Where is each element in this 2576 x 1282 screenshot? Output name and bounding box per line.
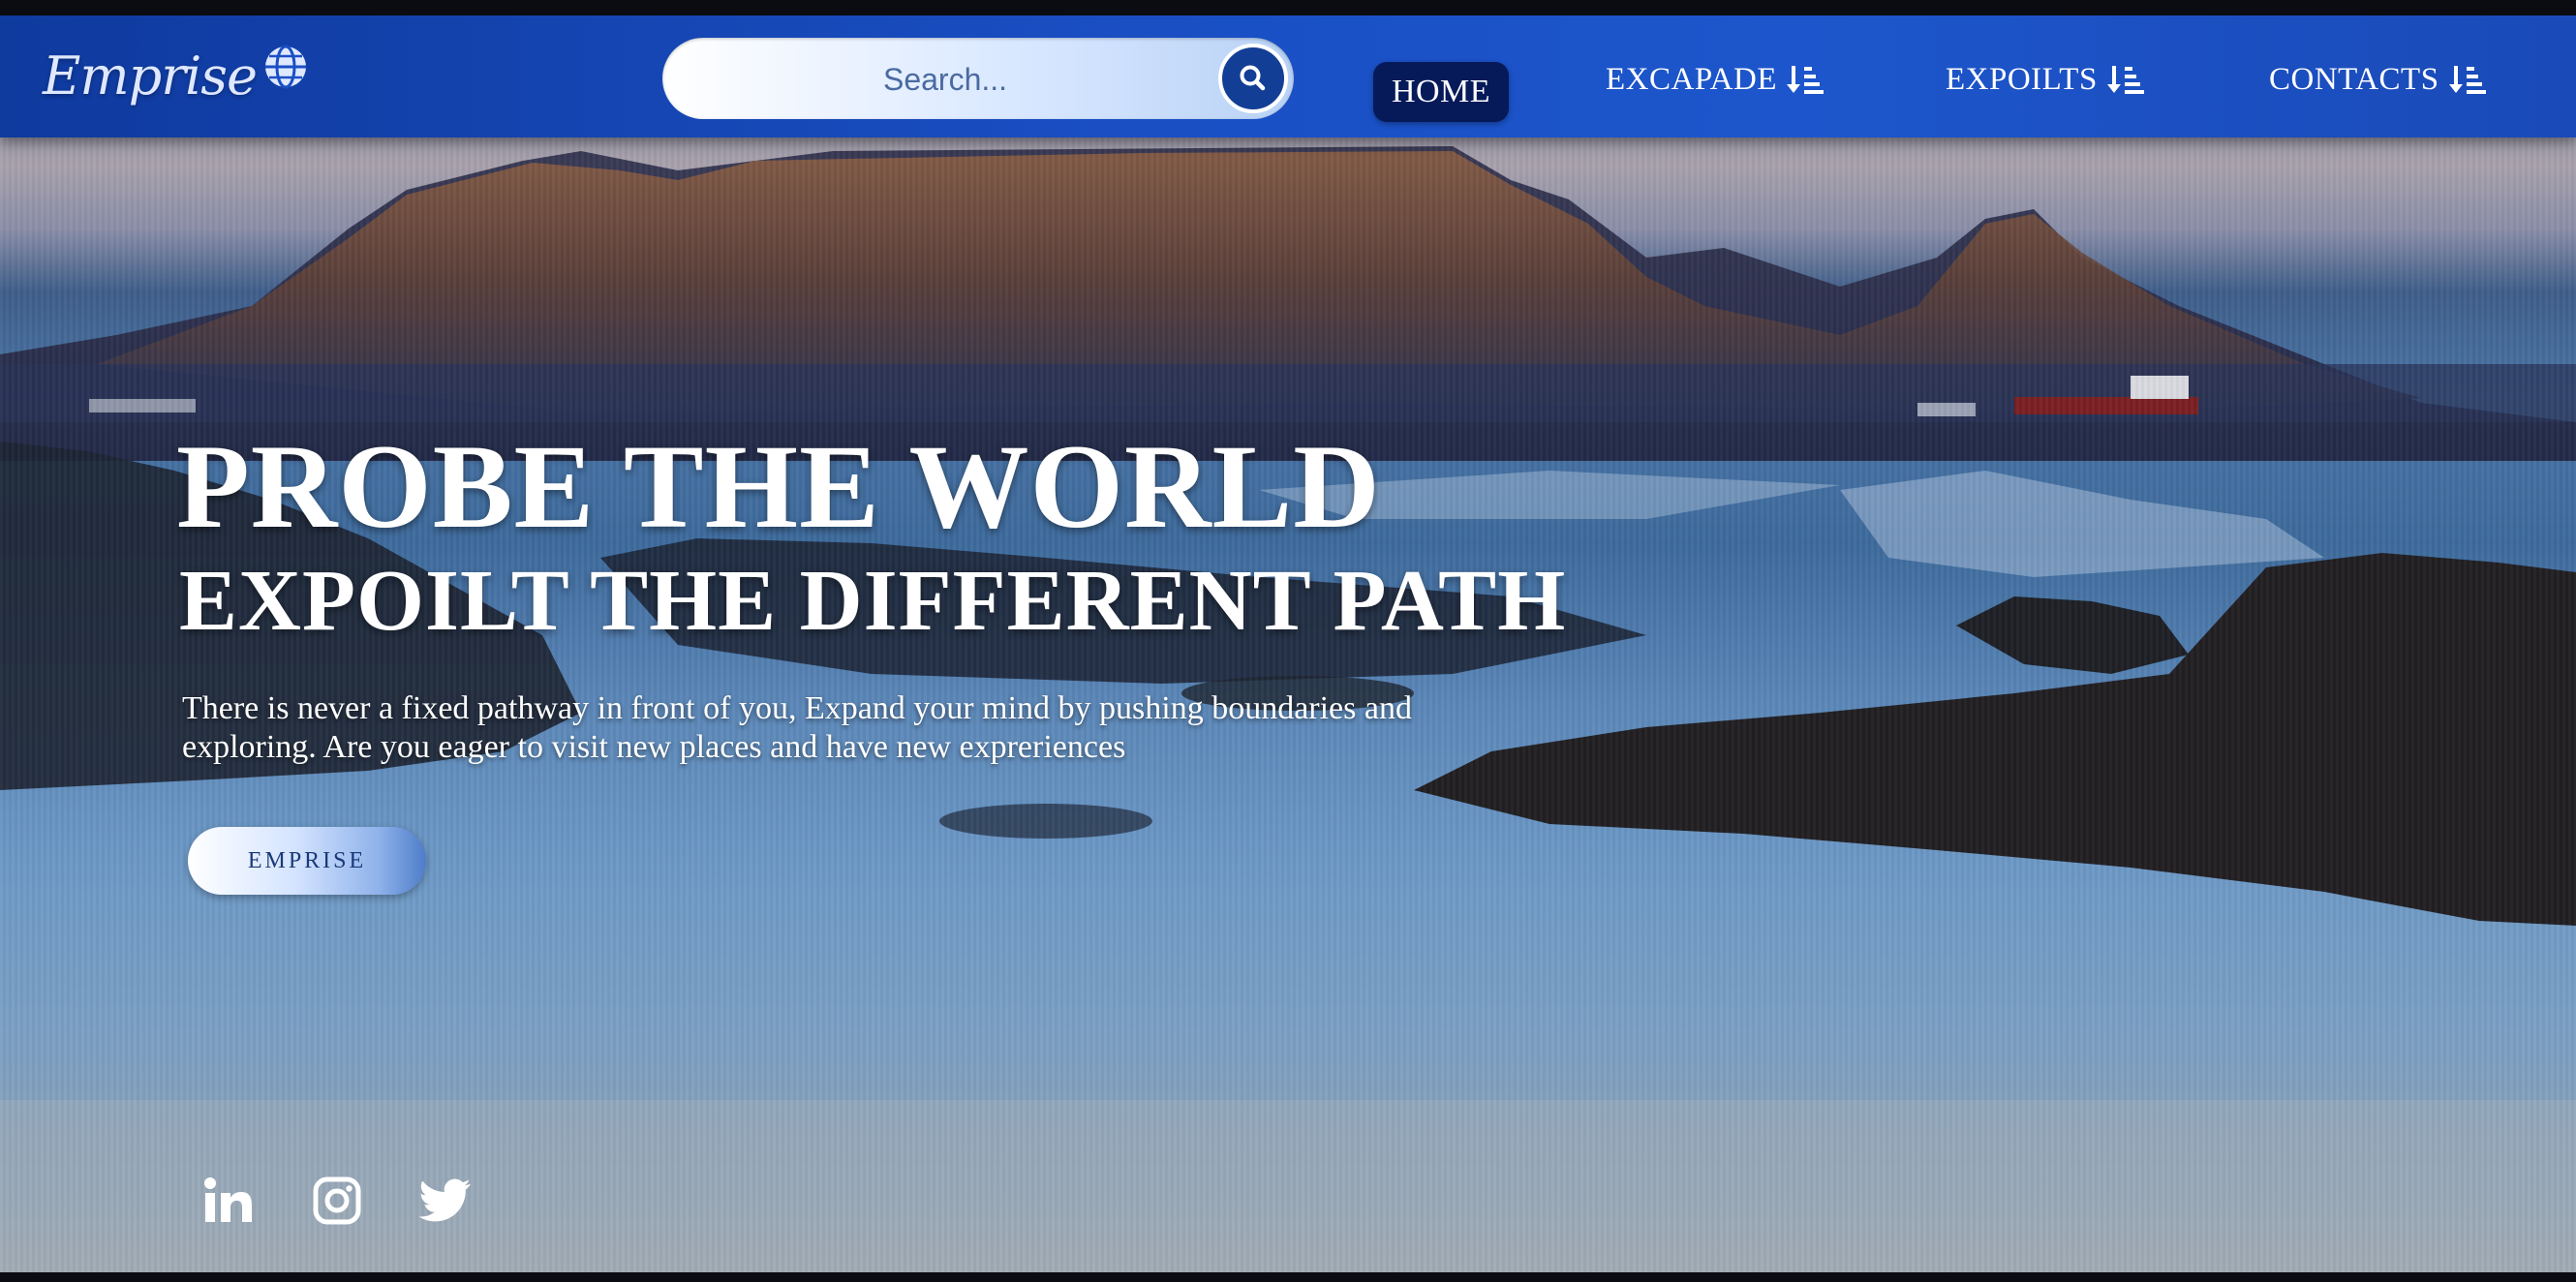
search-bar [662,38,1294,121]
instagram-link[interactable] [310,1174,364,1228]
navbar: Emprise HOME EXCAPADE [0,15,2576,137]
search-input[interactable] [691,38,1199,121]
sort-descending-icon [2448,66,2486,94]
nav-home[interactable]: HOME [1373,62,1509,122]
twitter-link[interactable] [418,1174,473,1228]
nav-expoilts-label: EXPOILTS [1946,61,2098,97]
nav-contacts[interactable]: CONTACTS [2269,58,2488,101]
nav-excapade-label: EXCAPADE [1606,61,1777,97]
logo-text: Emprise [43,45,258,107]
emprise-button[interactable]: EMPRISE [188,827,426,895]
hero-title: PROBE THE WORLD [176,420,1381,553]
twitter-icon [419,1178,471,1222]
social-links [201,1174,473,1228]
globe-icon [264,45,306,89]
logo[interactable]: Emprise [43,37,309,114]
search-button[interactable] [1218,44,1288,113]
linkedin-link[interactable] [201,1174,256,1228]
sort-descending-icon [1786,66,1824,94]
nav-contacts-label: CONTACTS [2269,61,2439,97]
search-icon [1240,65,1266,91]
hero-description: There is never a fixed pathway in front … [182,690,1412,765]
hero-subtitle: EXPOILT THE DIFFERENT PATH [179,553,1567,649]
nav-excapade[interactable]: EXCAPADE [1606,58,1825,101]
sort-descending-icon [2106,66,2144,94]
nav-home-label: HOME [1391,74,1491,109]
instagram-icon [313,1176,361,1225]
screen: Emprise HOME EXCAPADE [0,15,2576,1272]
linkedin-icon [204,1177,252,1222]
nav-expoilts[interactable]: EXPOILTS [1946,58,2146,101]
